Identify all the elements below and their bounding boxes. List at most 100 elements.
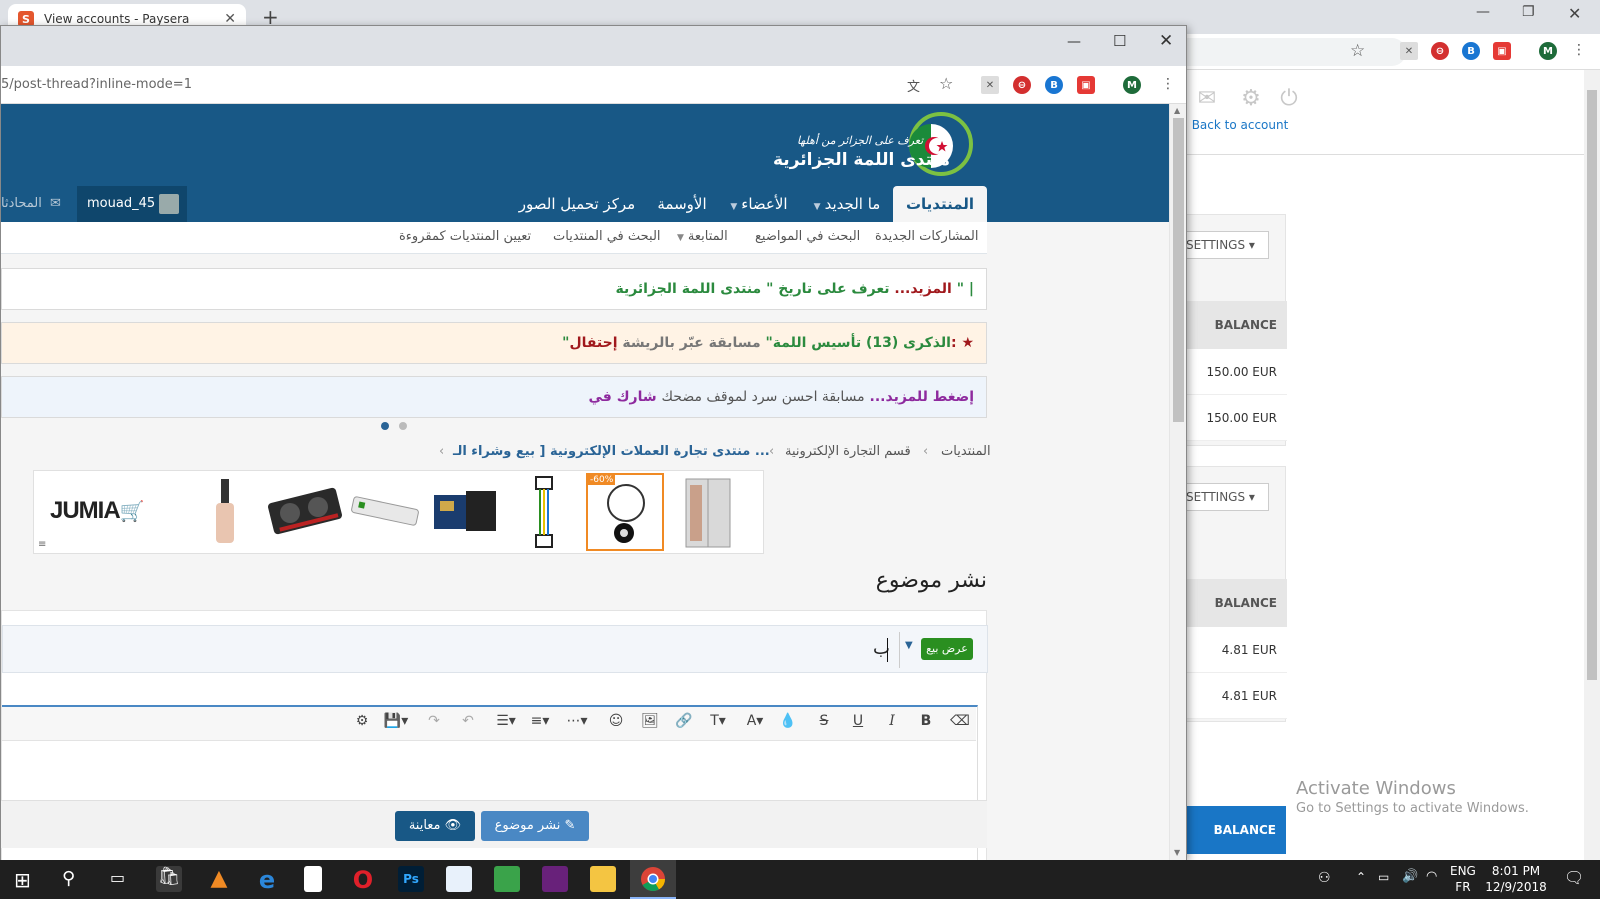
wifi-icon[interactable]: ◠ [1426, 869, 1437, 884]
restore-icon[interactable]: ❐ [1522, 4, 1535, 20]
power-icon[interactable]: ⏻ [1276, 86, 1302, 112]
background-scrollbar[interactable] [1584, 70, 1600, 870]
search-icon[interactable]: ⚲ [62, 868, 75, 889]
subnav-watched[interactable]: ▼ المتابعة [677, 229, 728, 244]
photos-icon[interactable] [446, 866, 472, 892]
conversations-link[interactable]: المحادثا ✉ [1, 186, 71, 222]
breadcrumb-item[interactable]: منتدى تجارة العملات الإلكترونية [ بيع وش… [453, 444, 770, 459]
menu-icon[interactable]: ⋮ [1161, 76, 1175, 92]
breadcrumb-item[interactable]: قسم التجارة الإلكترونية [785, 444, 911, 459]
close-window-icon[interactable]: ✕ [1568, 4, 1581, 23]
breadcrumb-item[interactable]: المنتديات [941, 444, 991, 459]
extension-icon[interactable]: ✕ [1400, 42, 1418, 60]
address-bar[interactable]: 5/post-thread?inline-mode=1 文 ☆ ✕ ⊖ B ▣ … [1, 66, 1186, 104]
minimize-icon[interactable]: — [1067, 34, 1081, 50]
list-icon[interactable]: ☰▾ [492, 713, 520, 729]
smiley-icon[interactable]: ☺ [606, 713, 626, 729]
minecraft-icon[interactable] [494, 866, 520, 892]
chevron-down-icon[interactable]: ▼ [905, 640, 913, 651]
scroll-thumb[interactable] [1173, 118, 1184, 422]
subnav-new-posts[interactable]: المشاركات الجديدة [875, 229, 979, 244]
minimize-icon[interactable]: — [1476, 4, 1490, 20]
close-window-icon[interactable]: ✕ [1159, 31, 1173, 51]
people-icon[interactable]: ⚇ [1318, 870, 1331, 886]
post-thread-button[interactable]: نشر موضوع ✎ [481, 811, 589, 841]
clock[interactable]: 8:01 PM 12/9/2018 [1480, 863, 1552, 895]
redo-icon[interactable]: ↷ [424, 713, 444, 729]
background-address-bar[interactable] [1180, 38, 1406, 66]
popup-titlebar[interactable]: — ☐ ✕ [1, 26, 1186, 66]
clear-format-icon[interactable]: ⌫ [950, 713, 970, 729]
tab-members[interactable]: ▼ الأعضاء [719, 186, 799, 222]
bold-icon[interactable]: B [916, 713, 936, 729]
tab-whats-new[interactable]: ▼ ما الجديد [805, 186, 889, 222]
chrome-taskbar-item[interactable] [630, 860, 676, 899]
page-scrollbar[interactable]: ▲ ▼ [1169, 104, 1186, 861]
font-family-icon[interactable]: T▾ [704, 713, 732, 729]
menu-icon[interactable]: ⋮ [1572, 42, 1586, 58]
mail-icon[interactable]: ✉ [1194, 86, 1220, 112]
forum-logo[interactable]: تعرف على الجزائر من أهلها منتدى اللمة ال… [773, 110, 987, 184]
profile-avatar[interactable]: M [1539, 42, 1557, 60]
scroll-up-icon[interactable]: ▲ [1174, 106, 1180, 115]
notifications-icon[interactable]: 🗨 [1564, 868, 1584, 887]
ad-info-icon[interactable]: ≡ [38, 539, 46, 550]
preview-button[interactable]: معاينة 👁 [395, 811, 475, 841]
back-to-account-link[interactable]: Back to account [1180, 118, 1300, 132]
bookmark-star-icon[interactable]: ☆ [939, 74, 953, 93]
maximize-icon[interactable]: ☐ [1113, 32, 1126, 50]
notice-more-link[interactable]: المزيد... [894, 281, 951, 297]
strikethrough-icon[interactable]: S [814, 713, 834, 729]
text-color-icon[interactable]: 💧 [778, 713, 798, 729]
profile-avatar[interactable]: M [1123, 76, 1141, 94]
windows-start-icon[interactable]: ⊞ [14, 868, 31, 892]
carousel-dot-active[interactable] [381, 422, 389, 430]
battery-icon[interactable]: ▭ [1378, 870, 1389, 884]
ad-product-lock[interactable]: -60% [586, 473, 664, 551]
prefix-badge[interactable]: عرض بيع [921, 638, 973, 660]
translate-icon[interactable]: 文 [907, 76, 920, 95]
ext-box-icon[interactable]: ▣ [1493, 42, 1511, 60]
gear-icon[interactable]: ⚙ [352, 713, 372, 729]
scroll-thumb[interactable] [1587, 90, 1597, 680]
ad-product-cable[interactable] [506, 473, 584, 551]
edge-icon[interactable]: e [254, 866, 280, 894]
underline-icon[interactable]: U [848, 713, 868, 729]
user-menu[interactable]: mouad_45 [77, 186, 187, 222]
task-view-icon[interactable]: ▭ [110, 868, 125, 887]
carousel-dot[interactable] [399, 422, 407, 430]
scroll-down-icon[interactable]: ▼ [1174, 848, 1180, 857]
ad-product-power-strip[interactable] [346, 473, 424, 551]
tab-image-upload[interactable]: مركز تحميل الصور [513, 186, 641, 222]
ad-product-gpu[interactable] [266, 473, 344, 551]
visual-studio-icon[interactable] [542, 866, 568, 892]
tab-forums[interactable]: المنتديات [893, 186, 987, 222]
store-icon[interactable]: 🛍 [156, 866, 182, 892]
insert-more-icon[interactable]: ⋯▾ [562, 713, 592, 729]
ad-product-fridge[interactable] [668, 473, 746, 551]
settings-dropdown-2[interactable]: SETTINGS ▾ [1181, 483, 1269, 511]
italic-icon[interactable]: I [882, 713, 902, 729]
tab-badges[interactable]: الأوسمة [651, 186, 713, 222]
file-icon[interactable] [304, 866, 322, 892]
ext-box-icon[interactable]: ▣ [1077, 76, 1095, 94]
file-explorer-icon[interactable] [590, 866, 616, 892]
undo-icon[interactable]: ↶ [458, 713, 478, 729]
opera-icon[interactable]: O [350, 866, 376, 894]
align-icon[interactable]: ≡▾ [526, 713, 554, 729]
extension-icon[interactable]: ✕ [981, 76, 999, 94]
link-icon[interactable]: 🔗 [674, 713, 694, 729]
font-size-icon[interactable]: A▾ [742, 713, 768, 729]
notice-more-link[interactable]: إضغط للمزيد... [870, 389, 974, 405]
gear-icon[interactable]: ⚙ [1238, 86, 1264, 112]
subnav-search-forums[interactable]: البحث في المنتديات [553, 229, 661, 244]
ad-brand-logo[interactable]: JUMIA🛒 [50, 497, 145, 525]
bookmark-star-icon[interactable]: ☆ [1350, 41, 1365, 61]
ext-red-icon[interactable]: ⊖ [1013, 76, 1031, 94]
settings-dropdown-1[interactable]: SETTINGS ▾ [1181, 231, 1269, 259]
ext-blue-icon[interactable]: B [1045, 76, 1063, 94]
vlc-icon[interactable]: ▲ [206, 866, 232, 892]
volume-icon[interactable]: 🔊 [1402, 869, 1418, 884]
language-indicator[interactable]: ENG FR [1450, 863, 1476, 895]
subnav-mark-read[interactable]: تعيين المنتديات كمقروءة [399, 229, 531, 244]
